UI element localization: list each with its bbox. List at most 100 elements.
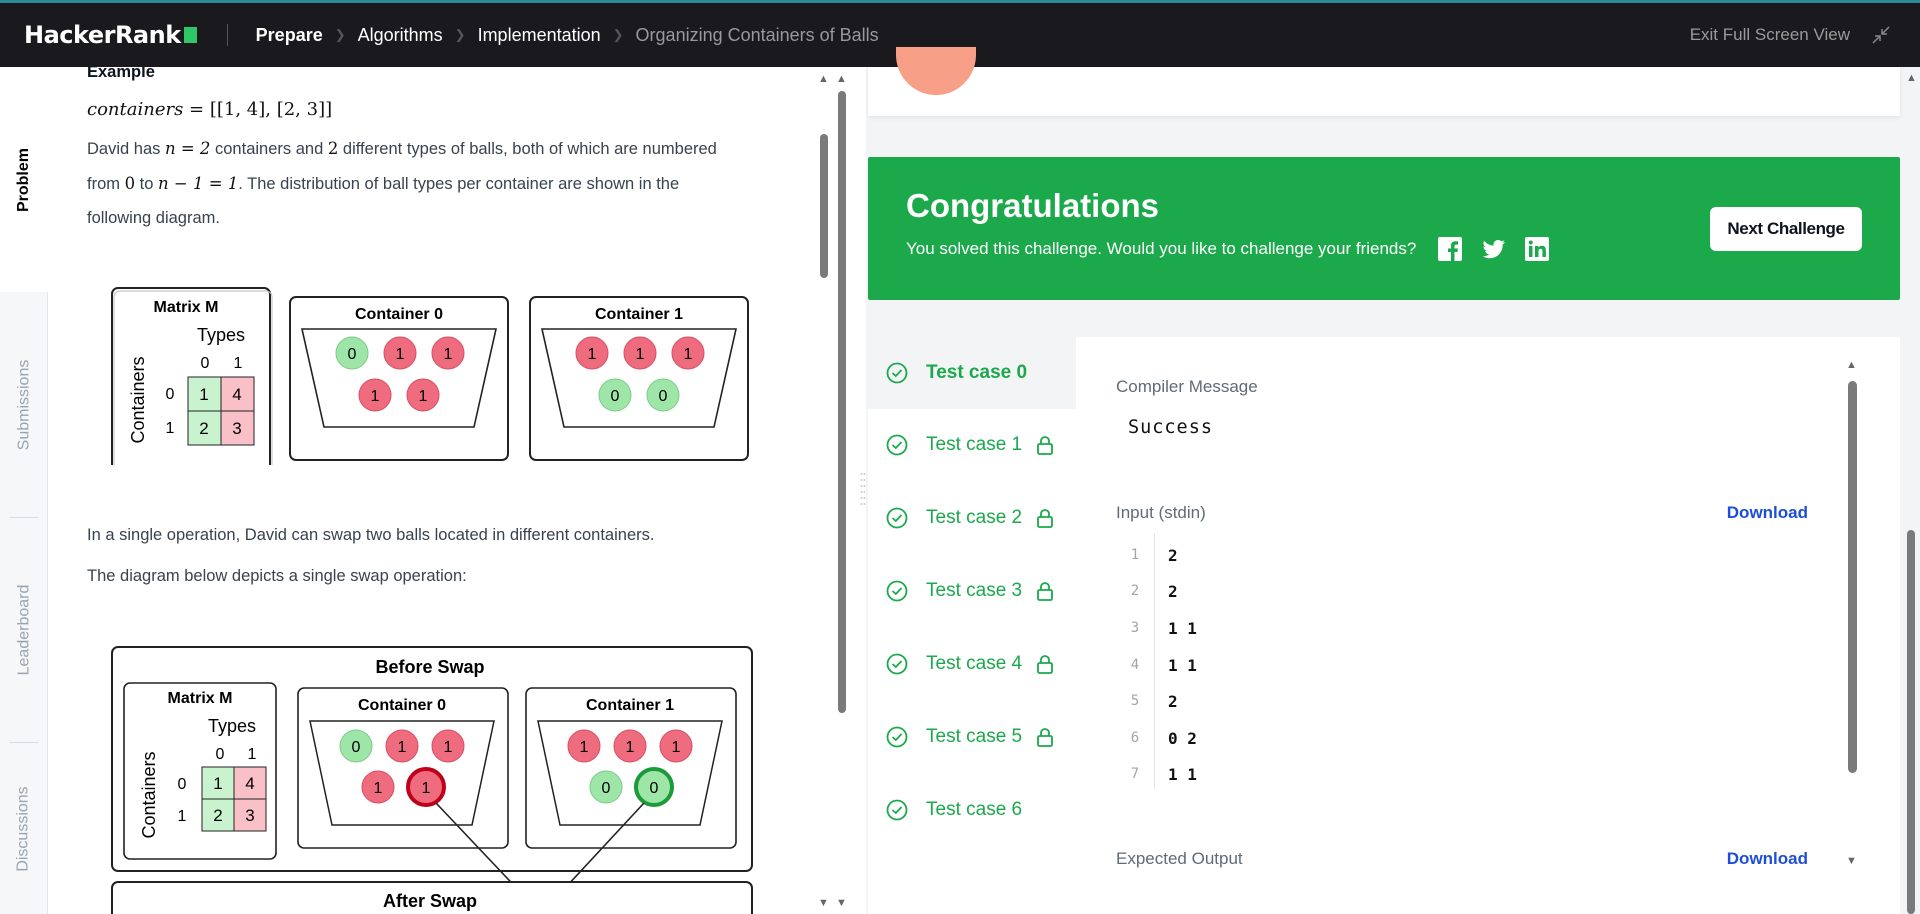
tab-discussions[interactable]: Discussions (0, 743, 48, 914)
tab-problem-label: Problem (15, 147, 33, 212)
para2-text-b: to (135, 175, 159, 193)
hackerrank-logo[interactable]: HackerRank (24, 21, 197, 49)
example-heading: Example (87, 67, 155, 81)
breadcrumb-implementation[interactable]: Implementation (478, 25, 601, 46)
matrix-cell: 4 (232, 385, 241, 404)
col-header-0: 0 (216, 746, 225, 763)
containers-label: Containers (139, 751, 159, 838)
test-case-item[interactable]: Test case 0 (868, 337, 1076, 409)
diagram-text: The diagram below depicts a single swap … (87, 567, 467, 585)
test-case-item[interactable]: Test case 2 (868, 482, 1076, 554)
container-1-title: Container 1 (586, 697, 674, 714)
ball-label: 1 (588, 346, 597, 363)
exit-fullscreen-icon[interactable] (1872, 26, 1890, 44)
scroll-down-icon[interactable]: ▼ (1846, 855, 1857, 867)
paragraph-3: following diagram. (87, 209, 220, 227)
results-panel: Congratulations You solved this challeng… (866, 47, 1920, 914)
test-case-detail: Compiler Message Success Input (stdin) D… (1116, 337, 1826, 914)
check-circle-icon (886, 362, 908, 384)
problem-scrollbar-thumb-outer[interactable] (838, 91, 846, 713)
panel-splitter[interactable] (860, 470, 866, 510)
ball-label: 1 (580, 739, 589, 756)
tab-submissions[interactable]: Submissions (0, 292, 48, 517)
line-value: 2 (1168, 691, 1178, 711)
input-line: 6 0 2 (1116, 720, 1516, 756)
para1-text-c: different types of balls, both of which … (338, 140, 717, 158)
line-number: 1 (1130, 547, 1140, 563)
check-circle-icon (886, 799, 908, 821)
check-circle-icon (886, 653, 908, 675)
scroll-down-icon[interactable]: ▼ (818, 897, 829, 909)
line-value: 1 1 (1168, 618, 1197, 638)
download-expected-link[interactable]: Download (1727, 849, 1808, 869)
ball-label: 1 (371, 388, 380, 405)
para1-math-2: 2 (327, 139, 339, 158)
scroll-up-icon[interactable]: ▲ (836, 73, 847, 85)
breadcrumb-prepare[interactable]: Prepare (256, 25, 323, 46)
row-header-0: 0 (166, 386, 175, 403)
congrats-banner: Congratulations You solved this challeng… (868, 157, 1900, 300)
scroll-up-icon[interactable]: ▲ (818, 73, 829, 85)
tab-submissions-label: Submissions (15, 359, 33, 450)
scroll-down-icon[interactable]: ▼ (836, 897, 847, 909)
col-header-1: 1 (234, 355, 243, 372)
ball-label: 1 (396, 346, 405, 363)
input-line: 4 1 1 (1116, 647, 1516, 683)
check-circle-icon (886, 726, 908, 748)
expected-output-label: Expected Output (1116, 849, 1243, 868)
lock-icon (1037, 655, 1054, 674)
line-value: 1 1 (1168, 655, 1197, 675)
page-scrollbar-thumb[interactable] (1907, 530, 1915, 914)
test-case-label: Test case 0 (926, 362, 1028, 383)
ball-label: 1 (374, 780, 383, 797)
containers-label: Containers (128, 356, 148, 443)
next-challenge-button[interactable]: Next Challenge (1710, 207, 1862, 251)
test-case-item[interactable]: Test case 4 (868, 628, 1076, 700)
check-circle-icon (886, 580, 908, 602)
download-input-link[interactable]: Download (1727, 503, 1808, 523)
ball-label: 1 (398, 739, 407, 756)
para1-math-n: n = 2 (164, 139, 211, 158)
test-case-item[interactable]: Test case 3 (868, 555, 1076, 627)
tab-problem[interactable]: Problem (0, 67, 48, 292)
input-line: 22 (1116, 573, 1516, 609)
para2-text-a: from (87, 175, 125, 193)
input-line: 12 (1116, 537, 1516, 573)
test-case-item[interactable]: Test case 5 (868, 701, 1076, 773)
col-header-1: 1 (248, 746, 257, 763)
check-circle-icon (886, 507, 908, 529)
para1-text-b: containers and (210, 140, 328, 158)
types-label: Types (197, 325, 245, 345)
breadcrumb-algorithms[interactable]: Algorithms (358, 25, 443, 46)
test-case-item[interactable]: Test case 1 (868, 409, 1076, 481)
line-number: 3 (1130, 620, 1140, 636)
facebook-icon[interactable] (1438, 237, 1462, 261)
scroll-up-icon[interactable]: ▲ (1846, 359, 1857, 371)
before-swap-title: Before Swap (375, 657, 484, 677)
paragraph-1: David has n = 2 containers and 2 differe… (87, 131, 717, 167)
problem-panel: Example containers = [[1, 4], [2, 3]] Da… (48, 67, 848, 914)
chevron-right-icon: ❯ (454, 27, 466, 42)
linkedin-icon[interactable] (1525, 237, 1549, 261)
test-case-list: Test case 0 Test case 1 Test case 2 Test… (868, 337, 1076, 914)
paragraph-2: from 0 to n − 1 = 1. The distribution of… (87, 166, 679, 202)
detail-scrollbar-thumb[interactable] (1848, 381, 1857, 773)
badge-icon (896, 47, 976, 95)
twitter-icon[interactable] (1482, 237, 1506, 261)
test-case-label: Test case 5 (926, 726, 1023, 747)
lock-icon (1037, 509, 1054, 528)
problem-scrollbar-thumb[interactable] (820, 134, 828, 278)
ball-label: 1 (626, 739, 635, 756)
exit-fullscreen-link[interactable]: Exit Full Screen View (1690, 25, 1850, 45)
test-case-item[interactable]: Test case 6 (868, 774, 1076, 846)
scroll-up-icon[interactable]: ▲ (1906, 72, 1917, 84)
lock-icon (1037, 436, 1054, 455)
logo-text: HackerRank (24, 21, 181, 49)
row-header-0: 0 (178, 776, 187, 793)
ball-label: 0 (659, 388, 668, 405)
line-number: 6 (1130, 730, 1140, 746)
input-label: Input (stdin) (1116, 503, 1206, 522)
tab-leaderboard[interactable]: Leaderboard (0, 518, 48, 742)
check-circle-icon (886, 434, 908, 456)
swap-diagram: Before Swap Matrix M Types 0 1 Container… (111, 646, 753, 914)
